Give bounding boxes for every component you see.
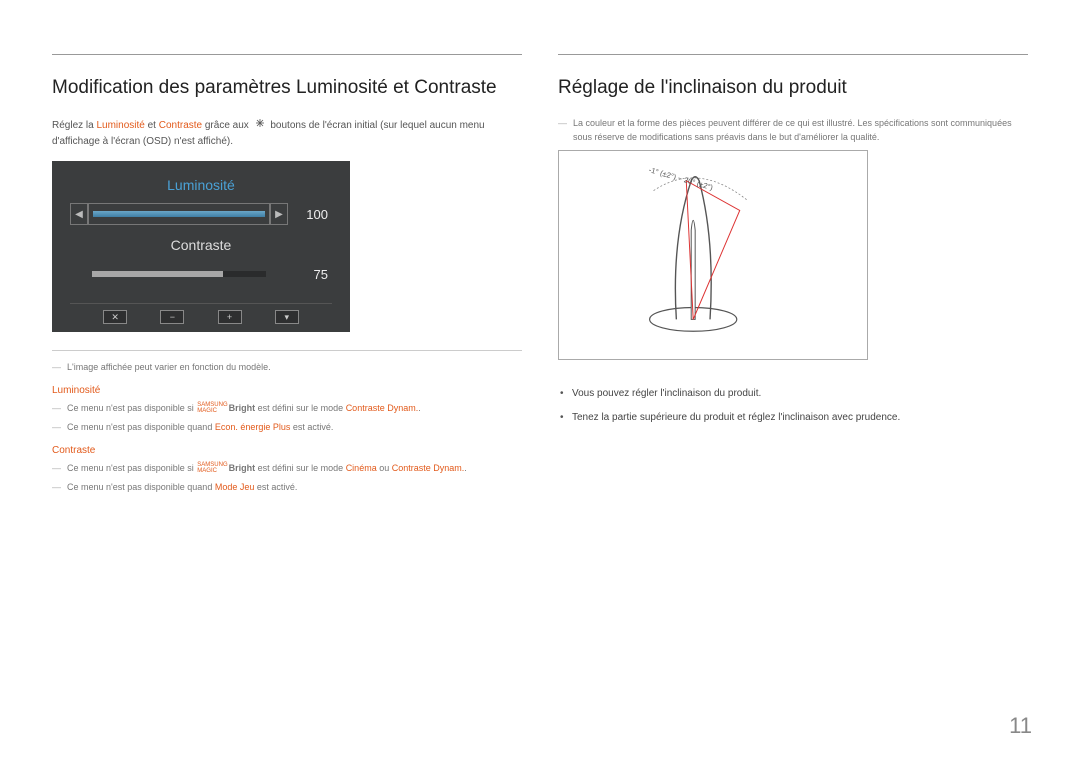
cont-note1-mode1: Cinéma	[346, 463, 377, 473]
tilt-diagram: -1° (±2°) ~ 20° (±2°)	[558, 150, 868, 360]
jog-icon	[254, 117, 266, 134]
osd-luminosite-slider	[88, 203, 270, 225]
spec-disclaimer-text: La couleur et la forme des pièces peuven…	[573, 117, 1028, 144]
samsung-magic-label-2: SAMSUNGMAGIC	[197, 462, 227, 474]
lumin-note1-mode: Contraste Dynam.	[346, 403, 419, 413]
lumin-note1-end: .	[418, 403, 421, 413]
osd-minus-button: −	[160, 310, 184, 324]
lumin-note1-mid: est défini sur le mode	[255, 403, 346, 413]
lumin-note2-pre: Ce menu n'est pas disponible quand	[67, 422, 215, 432]
intro-luminosite: Luminosité	[96, 120, 144, 131]
osd-contraste-value: 75	[288, 267, 332, 282]
intro-contraste: Contraste	[159, 120, 202, 131]
subsection-luminosite: Luminosité	[52, 385, 522, 396]
osd-plus-button: +	[218, 310, 242, 324]
osd-luminosite-value: 100	[288, 207, 332, 222]
cont-note1-end: .	[464, 463, 467, 473]
bullet-2: Tenez la partie supérieure du produit et…	[572, 410, 1028, 426]
intro-paragraph: Réglez la Luminosité et Contraste grâce …	[52, 117, 522, 149]
osd-close-button: ✕	[103, 310, 127, 324]
left-section-title: Modification des paramètres Luminosité e…	[52, 77, 522, 99]
lumin-note2-end: est activé.	[290, 422, 333, 432]
contraste-note-2: Ce menu n'est pas disponible quand Mode …	[52, 481, 522, 495]
osd-button-bar: ✕ − + ▾	[70, 303, 332, 324]
osd-arrow-right-icon: ▶	[270, 203, 288, 225]
cont-note1-mode2: Contraste Dynam.	[392, 463, 465, 473]
cont-note1-or: ou	[377, 463, 392, 473]
note-image-text: L'image affichée peut varier en fonction…	[67, 361, 271, 375]
osd-arrow-left-spacer	[70, 263, 88, 285]
osd-down-button: ▾	[275, 310, 299, 324]
osd-screenshot: Luminosité ◀ ▶ 100 Contraste 75 ✕ −	[52, 161, 350, 332]
samsung-magic-label: SAMSUNGMAGIC	[197, 402, 227, 414]
osd-arrow-left-icon: ◀	[70, 203, 88, 225]
osd-contraste-label: Contraste	[70, 237, 332, 253]
intro-prefix: Réglez la	[52, 120, 96, 131]
cont-note1-pre: Ce menu n'est pas disponible si	[67, 463, 196, 473]
cont-note2-end: est activé.	[254, 482, 297, 492]
luminosite-note-1: Ce menu n'est pas disponible si SAMSUNGM…	[52, 402, 522, 416]
intro-and: et	[145, 120, 159, 131]
lumin-note1-pre: Ce menu n'est pas disponible si	[67, 403, 196, 413]
cont-note2-pre: Ce menu n'est pas disponible quand	[67, 482, 215, 492]
osd-luminosite-row: ◀ ▶ 100	[70, 203, 332, 225]
spec-disclaimer-note: La couleur et la forme des pièces peuven…	[558, 117, 1028, 144]
page-number: 11	[1009, 713, 1032, 739]
note-image-varies: L'image affichée peut varier en fonction…	[52, 361, 522, 375]
cont-note1-mid: est défini sur le mode	[255, 463, 346, 473]
bullet-1: Vous pouvez régler l'inclinaison du prod…	[572, 386, 1028, 402]
cont-note2-mode: Mode Jeu	[215, 482, 255, 492]
subsection-contraste: Contraste	[52, 445, 522, 456]
tilt-bullet-list: Vous pouvez régler l'inclinaison du prod…	[558, 386, 1028, 426]
bright-word: Bright	[229, 403, 256, 413]
luminosite-note-2: Ce menu n'est pas disponible quand Econ.…	[52, 421, 522, 435]
lumin-note2-mode: Econ. énergie Plus	[215, 422, 291, 432]
osd-contraste-slider	[88, 263, 270, 285]
osd-contraste-row: 75	[70, 263, 332, 285]
right-section-title: Réglage de l'inclinaison du produit	[558, 77, 1028, 99]
intro-mid: grâce aux	[202, 120, 251, 131]
osd-arrow-right-spacer	[270, 263, 288, 285]
contraste-note-1: Ce menu n'est pas disponible si SAMSUNGM…	[52, 462, 522, 476]
bright-word-2: Bright	[229, 463, 256, 473]
osd-luminosite-label: Luminosité	[70, 177, 332, 193]
